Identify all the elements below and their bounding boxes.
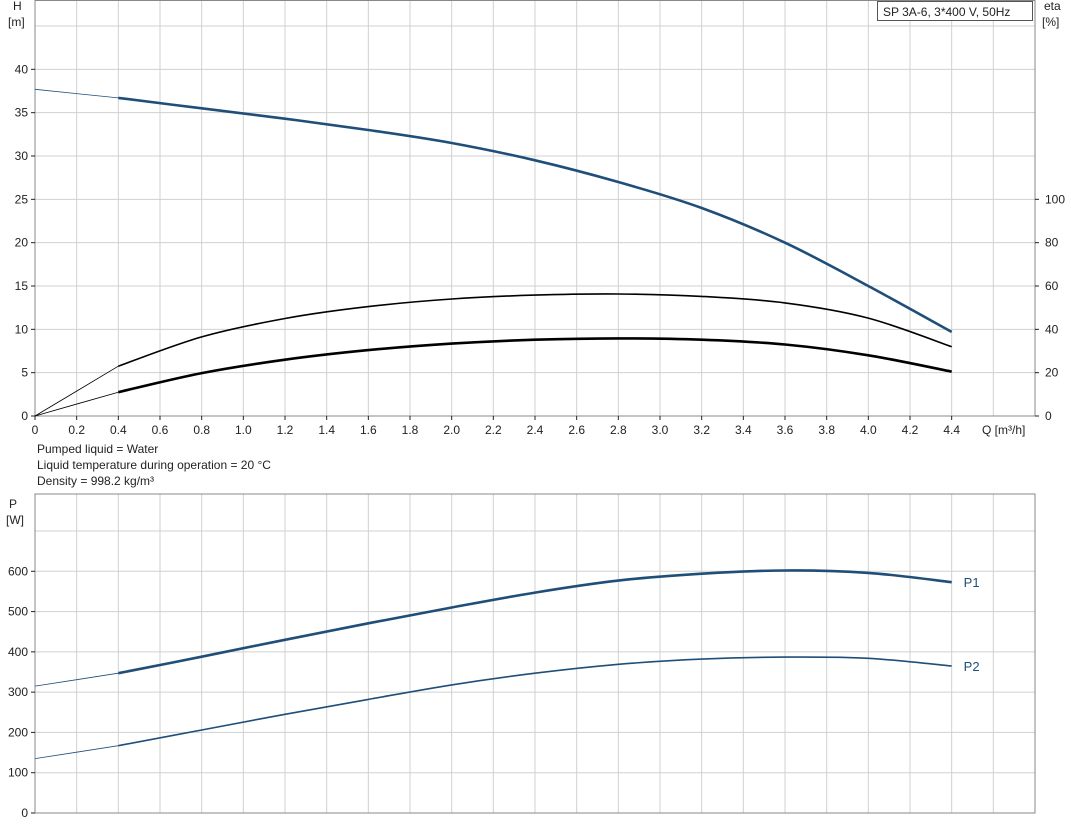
bottom-y-tick-label: 0 xyxy=(21,806,28,820)
top-right-tick-label: 60 xyxy=(1045,279,1059,293)
chart-title: SP 3A-6, 3*400 V, 50Hz xyxy=(883,5,1011,19)
top-left-tick-label: 20 xyxy=(15,236,29,250)
top-chart-grid xyxy=(34,0,1036,417)
top-x-tick-label: 0 xyxy=(32,423,39,437)
top-left-tick-label: 10 xyxy=(15,322,29,336)
bottom-y-tick-label: 100 xyxy=(8,766,28,780)
top-x-tick-label: 2.6 xyxy=(568,423,585,437)
top-x-tick-label: 4.4 xyxy=(943,423,960,437)
top-x-tick-label: 1.0 xyxy=(235,423,252,437)
bottom-y-tick-label: 200 xyxy=(8,725,28,739)
top-right-tick-label: 20 xyxy=(1045,366,1059,380)
top-left-axis-symbol: H xyxy=(13,0,22,13)
top-right-tick-label: 40 xyxy=(1045,322,1059,336)
top-left-tick-label: 30 xyxy=(15,149,29,163)
top-x-tick-label: 1.2 xyxy=(277,423,294,437)
note-liquid-temperature: Liquid temperature during operation = 20… xyxy=(37,458,271,472)
top-x-tick-label: 4.0 xyxy=(860,423,877,437)
top-x-tick-label: 2.0 xyxy=(443,423,460,437)
top-x-tick-label: 1.8 xyxy=(402,423,419,437)
top-x-axis-label: Q [m³/h] xyxy=(982,423,1025,437)
bottom-y-tick-label: 500 xyxy=(8,605,28,619)
bottom-series-P2-label: P2 xyxy=(964,659,980,674)
top-right-tick-label: 0 xyxy=(1045,409,1052,423)
top-left-tick-label: 35 xyxy=(15,106,29,120)
top-chart-axes: 0 5 10 15 20 25 30 35 40 0 20 40 60 80 100 0 0.2 0.4 0.6 0.… xyxy=(8,0,1065,437)
top-left-tick-label: 25 xyxy=(15,192,29,206)
top-x-tick-label: 3.4 xyxy=(735,423,752,437)
top-left-tick-label: 40 xyxy=(15,62,29,76)
pump-performance-charts: 05101520253035400204060801000 0.2 0.4 0.6 0.… xyxy=(6,0,1065,820)
top-x-tick-label: 2.2 xyxy=(485,423,502,437)
top-x-tick-label: 3.8 xyxy=(818,423,835,437)
top-left-axis-unit: [m] xyxy=(8,15,25,29)
bottom-axis-symbol: P xyxy=(9,497,17,511)
chart-title-box: SP 3A-6, 3*400 V, 50Hz xyxy=(877,1,1033,21)
bottom-y-tick-label: 300 xyxy=(8,685,28,699)
top-x-tick-label: 0.8 xyxy=(193,423,210,437)
top-left-tick-label: 5 xyxy=(21,366,28,380)
bottom-y-tick-label: 600 xyxy=(8,564,28,578)
bottom-series-P1-label: P1 xyxy=(964,575,980,590)
bottom-chart-grid xyxy=(34,494,1036,814)
top-x-tick-label: 1.6 xyxy=(360,423,377,437)
top-right-tick-label: 100 xyxy=(1045,192,1065,206)
top-x-tick-label: 0.6 xyxy=(152,423,169,437)
top-x-tick-label: 3.6 xyxy=(777,423,794,437)
top-x-tick-label: 2.4 xyxy=(527,423,544,437)
top-left-tick-label: 15 xyxy=(15,279,29,293)
top-x-tick-label: 3.0 xyxy=(652,423,669,437)
bottom-axis-unit: [W] xyxy=(6,513,24,527)
top-x-tick-label: 0.2 xyxy=(68,423,85,437)
top-right-tick-label: 80 xyxy=(1045,236,1059,250)
top-right-axis-unit: [%] xyxy=(1042,15,1059,29)
top-x-tick-label: 1.4 xyxy=(318,423,335,437)
bottom-chart-series: P1 P2 xyxy=(34,569,980,759)
top-x-tick-label: 3.2 xyxy=(693,423,710,437)
note-density: Density = 998.2 kg/m³ xyxy=(37,474,155,488)
top-x-tick-label: 0.4 xyxy=(110,423,127,437)
top-x-tick-label: 4.2 xyxy=(902,423,919,437)
top-right-axis-symbol: eta xyxy=(1044,0,1061,13)
top-left-tick-label: 0 xyxy=(21,409,28,423)
top-x-tick-label: 2.8 xyxy=(610,423,627,437)
bottom-y-tick-label: 400 xyxy=(8,645,28,659)
note-pumped-liquid: Pumped liquid = Water xyxy=(37,442,159,456)
